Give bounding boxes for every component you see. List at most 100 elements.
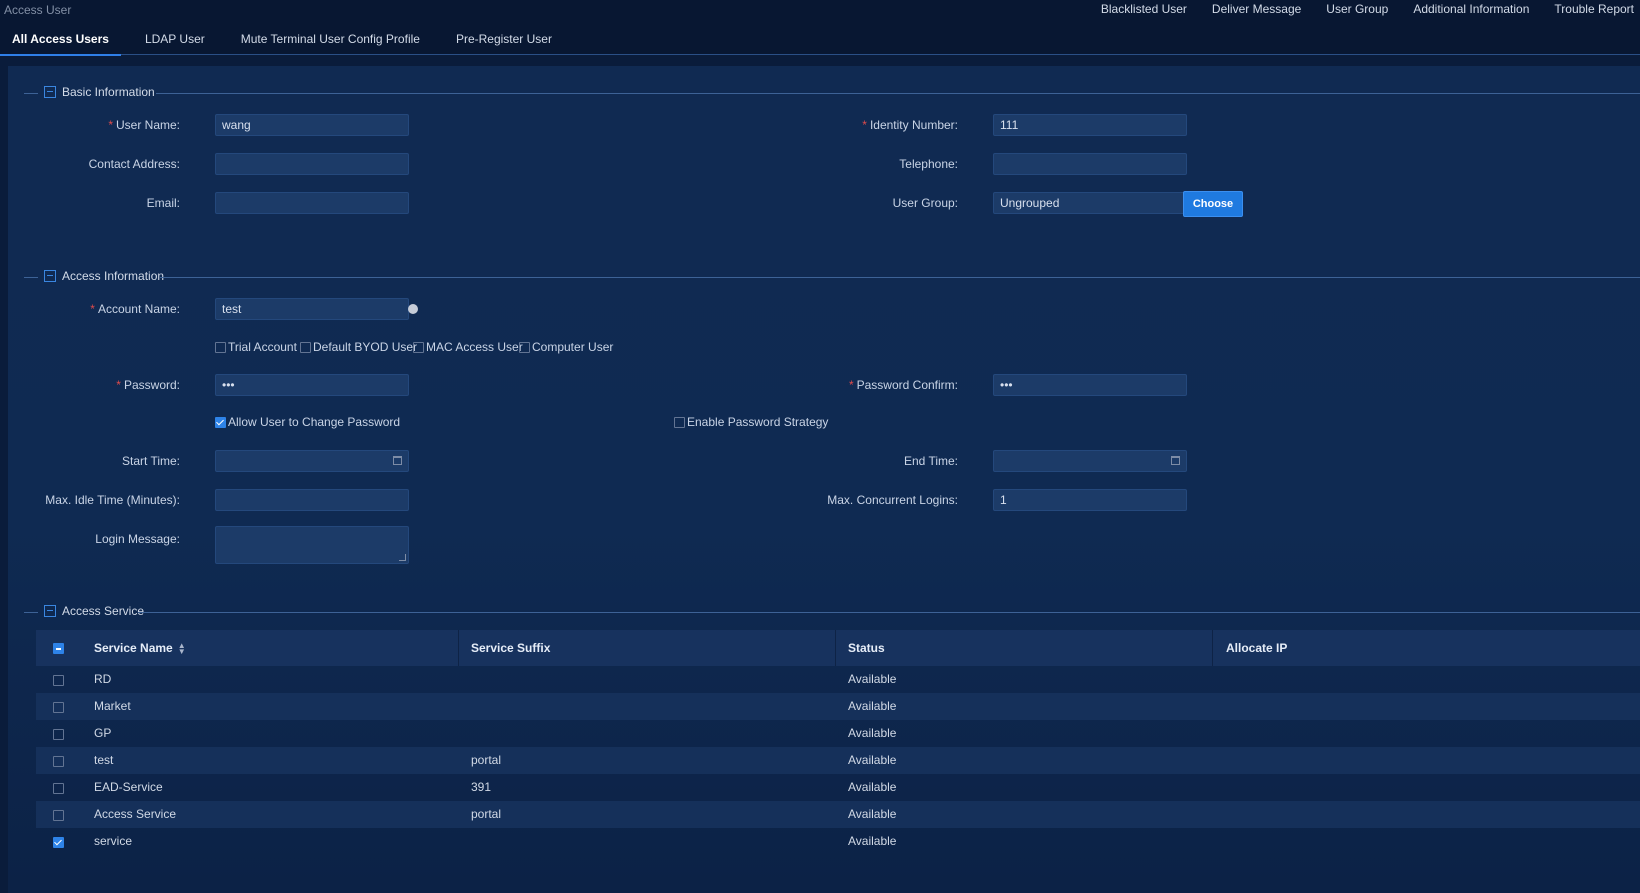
column-status: Status (848, 641, 885, 655)
identity-number-label: * Identity Number: (862, 118, 958, 132)
status-cell: Available (848, 753, 897, 767)
end-time-input[interactable] (993, 450, 1187, 472)
info-icon[interactable] (408, 304, 418, 314)
service-suffix-cell: portal (471, 753, 502, 767)
contact-address-label: Contact Address: (88, 157, 180, 171)
computer-user-label: Computer User (532, 340, 614, 354)
service-name-cell: RD (94, 672, 112, 686)
access-info-header: Access Information (8, 269, 1640, 284)
service-name-cell: Access Service (94, 807, 177, 821)
max-idle-time-input[interactable] (215, 489, 409, 511)
table-header: Service Name ▲ ▼ Service Suffix Status All… (36, 630, 1640, 666)
section-title: Access Service (62, 604, 145, 618)
computer-user-checkbox[interactable] (519, 342, 530, 353)
column-service-name[interactable]: Service Name ▲ ▼ (94, 630, 186, 666)
table-row[interactable]: RD Available (36, 666, 1640, 693)
table-row[interactable]: GP Available (36, 720, 1640, 747)
collapse-icon[interactable] (44, 270, 56, 282)
contact-address-input[interactable] (215, 153, 409, 175)
status-cell: Available (848, 672, 897, 686)
login-message-label: Login Message: (95, 532, 180, 546)
tab-ldap-user[interactable]: LDAP User (133, 32, 217, 54)
row-checkbox[interactable] (53, 783, 64, 794)
table-row[interactable]: Access Service portal Available (36, 801, 1640, 828)
status-cell: Available (848, 807, 897, 821)
start-time-input[interactable] (215, 450, 409, 472)
email-input[interactable] (215, 192, 409, 214)
status-cell: Available (848, 726, 897, 740)
top-nav: Blacklisted User Deliver Message User Gr… (1076, 2, 1640, 16)
password-confirm-input[interactable]: ••• (993, 374, 1187, 396)
resize-handle-icon[interactable] (399, 554, 406, 561)
collapse-icon[interactable] (44, 86, 56, 98)
tab-bar: All Access Users LDAP User Mute Terminal… (0, 32, 576, 56)
login-message-textarea[interactable] (215, 526, 409, 564)
table-row[interactable]: Market Available (36, 693, 1640, 720)
user-group-input[interactable]: Ungrouped (993, 192, 1187, 214)
row-checkbox[interactable] (53, 837, 64, 848)
password-confirm-label: * Password Confirm: (848, 378, 958, 392)
identity-number-input[interactable]: 111 (993, 114, 1187, 136)
telephone-input[interactable] (993, 153, 1187, 175)
allow-change-password-label: Allow User to Change Password (228, 415, 401, 429)
calendar-icon[interactable] (393, 456, 402, 465)
top-bar: Access User Blacklisted User Deliver Mes… (0, 0, 1640, 56)
default-byod-user-label: Default BYOD User (313, 340, 418, 354)
choose-button[interactable]: Choose (1183, 191, 1243, 217)
service-name-cell: service (94, 834, 133, 848)
sort-icon[interactable]: ▲ ▼ (178, 641, 186, 655)
status-cell: Available (848, 834, 897, 848)
column-service-suffix: Service Suffix (471, 641, 551, 655)
allow-change-password-checkbox[interactable] (215, 417, 226, 428)
table-row[interactable]: EAD-Service 391 Available (36, 774, 1640, 801)
status-cell: Available (848, 780, 897, 794)
nav-additional-information[interactable]: Additional Information (1413, 2, 1529, 16)
service-suffix-cell: portal (471, 807, 502, 821)
email-label: Email: (146, 196, 180, 210)
nav-blacklisted-user[interactable]: Blacklisted User (1101, 2, 1187, 16)
account-name-label: * Account Name: (90, 302, 180, 316)
row-checkbox[interactable] (53, 675, 64, 686)
nav-deliver-message[interactable]: Deliver Message (1212, 2, 1301, 16)
user-group-label: User Group: (892, 196, 958, 210)
main-panel: Basic Information * User Name: wang * Iden… (8, 66, 1640, 893)
section-title: Basic Information (62, 85, 155, 99)
nav-user-group[interactable]: User Group (1326, 2, 1388, 16)
row-checkbox[interactable] (53, 810, 64, 821)
row-checkbox[interactable] (53, 756, 64, 767)
status-cell: Available (848, 699, 897, 713)
trial-account-checkbox[interactable] (215, 342, 226, 353)
service-name-cell: Market (94, 699, 131, 713)
account-name-input[interactable]: test (215, 298, 409, 320)
tab-mute-terminal-user-config-profile[interactable]: Mute Terminal User Config Profile (229, 32, 432, 54)
default-byod-user-checkbox[interactable] (300, 342, 311, 353)
access-service-header: Access Service (8, 604, 1640, 619)
enable-password-strategy-checkbox[interactable] (674, 417, 685, 428)
service-name-cell: test (94, 753, 114, 767)
password-input[interactable]: ••• (215, 374, 409, 396)
tab-pre-register-user[interactable]: Pre-Register User (444, 32, 564, 54)
row-checkbox[interactable] (53, 729, 64, 740)
end-time-label: End Time: (903, 454, 958, 468)
max-concurrent-logins-input[interactable]: 1 (993, 489, 1187, 511)
section-title: Access Information (62, 269, 165, 283)
table-row[interactable]: service Available (36, 828, 1640, 855)
start-time-label: Start Time: (121, 454, 180, 468)
select-all-checkbox[interactable] (53, 643, 64, 654)
table-row[interactable]: test portal Available (36, 747, 1640, 774)
max-concurrent-logins-label: Max. Concurrent Logins: (827, 493, 958, 507)
mac-access-user-label: MAC Access User (426, 340, 523, 354)
collapse-icon[interactable] (44, 605, 56, 617)
user-name-input[interactable]: wang (215, 114, 409, 136)
telephone-label: Telephone: (899, 157, 958, 171)
user-name-label: * User Name: (108, 118, 180, 132)
trial-account-label: Trial Account (228, 340, 297, 354)
service-name-cell: GP (94, 726, 112, 740)
service-name-cell: EAD-Service (94, 780, 163, 794)
nav-trouble-report[interactable]: Trouble Report (1554, 2, 1634, 16)
basic-info-header: Basic Information (8, 85, 1640, 100)
calendar-icon[interactable] (1171, 456, 1180, 465)
tab-all-access-users[interactable]: All Access Users (0, 32, 121, 56)
mac-access-user-checkbox[interactable] (413, 342, 424, 353)
row-checkbox[interactable] (53, 702, 64, 713)
